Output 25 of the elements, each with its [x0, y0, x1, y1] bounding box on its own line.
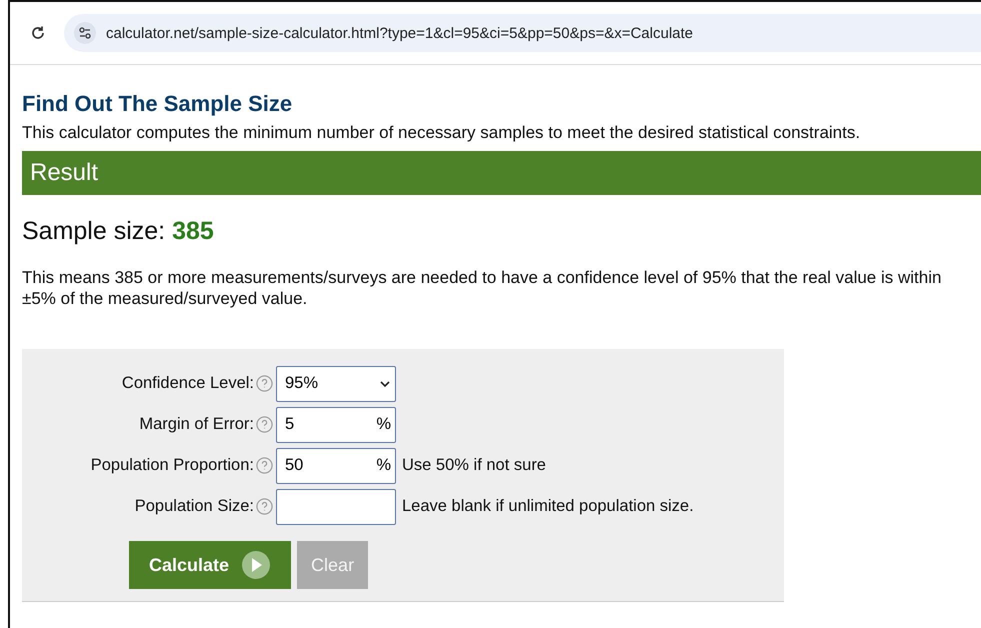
page-heading: Find Out The Sample Size [22, 91, 294, 117]
reload-icon[interactable] [30, 25, 46, 41]
intro-text: This calculator computes the minimum number of necessary samples to meet the desired statistical constraints. [22, 123, 862, 144]
field-label: Population Proportion: [90, 456, 254, 476]
field-note: Use 50% if not sure [401, 456, 547, 476]
help-icon[interactable] [256, 375, 273, 392]
chevron-down-icon [379, 380, 391, 388]
result-explanation: This means 385 or more measurements/surveys are needed to have a confidence level of 95% that the real value is within ±5% of the measured/surveyed value. [22, 268, 942, 310]
help-icon[interactable] [256, 416, 273, 434]
field-label: Margin of Error: [138, 415, 254, 434]
help-icon[interactable] [256, 498, 273, 516]
play-icon [241, 550, 272, 580]
sample-size-result: Sample size: 385 [22, 217, 215, 246]
field-label: Population Size: [134, 497, 254, 516]
confidence-select[interactable]: 95% [276, 366, 396, 402]
field-label: Confidence Level: [120, 374, 254, 394]
input-field[interactable]: 5 % [276, 406, 396, 443]
calculate-button[interactable]: Calculate [129, 541, 292, 590]
input-field[interactable]: 50 % [276, 448, 396, 484]
site-settings-icon[interactable] [74, 22, 96, 44]
input-field[interactable] [276, 488, 396, 525]
address-bar[interactable]: calculator.net/sample-size-calculator.html?type=1&cl=95&ci=5&pp=50&ps=&x=Calculate [64, 14, 981, 52]
field-note: Leave blank if unlimited population size. [401, 497, 695, 516]
help-icon[interactable] [256, 457, 273, 474]
result-header: Result [22, 151, 981, 196]
